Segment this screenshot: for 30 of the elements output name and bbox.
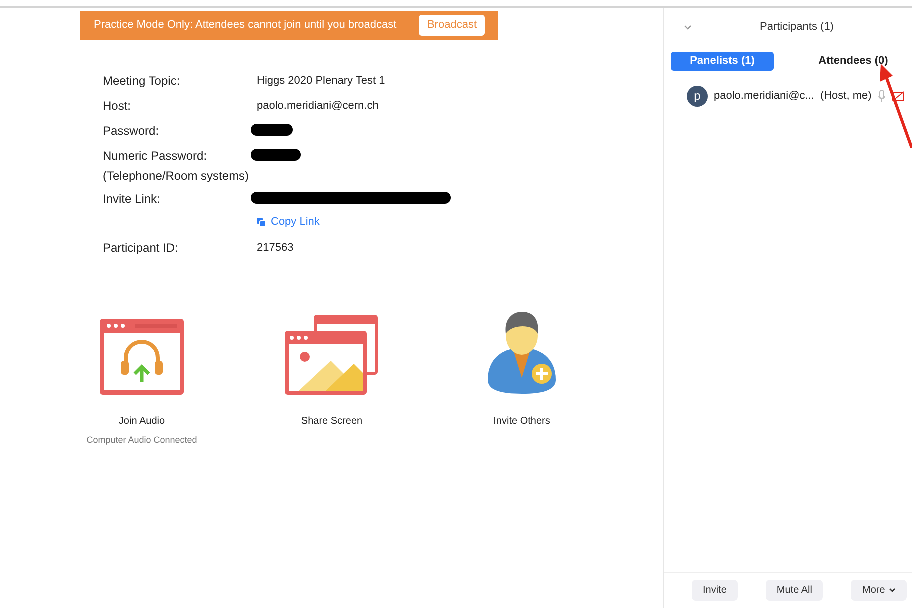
field-label: Numeric Password: — [103, 149, 208, 164]
field-label: (Telephone/Room systems) — [103, 169, 250, 184]
action-label: Share Screen — [301, 415, 363, 429]
picture-windows-icon[interactable] — [284, 314, 380, 396]
status-text: Computer Audio Connected — [86, 434, 198, 447]
copy-link[interactable]: Copy Link — [257, 214, 451, 230]
participants-tab[interactable]: Panelists (1) — [671, 52, 774, 71]
field-label: Meeting Topic: — [103, 74, 182, 89]
field-value: Higgs 2020 Plenary Test 1 — [257, 74, 386, 89]
panel-title: Participants (1) — [759, 20, 834, 35]
camera-off-icon[interactable] — [892, 90, 904, 102]
participant-name: paolo.meridiani@c... — [714, 88, 814, 104]
headphones-window-icon[interactable] — [99, 318, 185, 396]
field-label: Host: — [103, 99, 132, 114]
banner-message: Practice Mode Only: Attendees cannot join until you broadcast — [94, 18, 398, 34]
panel-button[interactable]: Invite — [692, 580, 738, 601]
panel-button[interactable]: Mute All — [766, 580, 824, 601]
panel-button[interactable]: More — [851, 580, 908, 601]
avatar: p — [687, 86, 708, 106]
chevron-down-icon[interactable] — [684, 25, 692, 30]
action-label: Invite Others — [494, 415, 550, 429]
copy-icon — [257, 218, 266, 227]
field-value: 217563 — [257, 241, 294, 256]
field-label: Password: — [103, 124, 160, 139]
action-label: Join Audio — [118, 415, 166, 429]
field-label: Participant ID: — [103, 241, 180, 256]
participants-tab[interactable]: Attendees (0) — [774, 52, 905, 71]
field-label: Invite Link: — [103, 192, 162, 207]
participant-role: (Host, me) — [820, 88, 872, 104]
field-value: paolo.meridiani@cern.ch — [257, 99, 379, 114]
